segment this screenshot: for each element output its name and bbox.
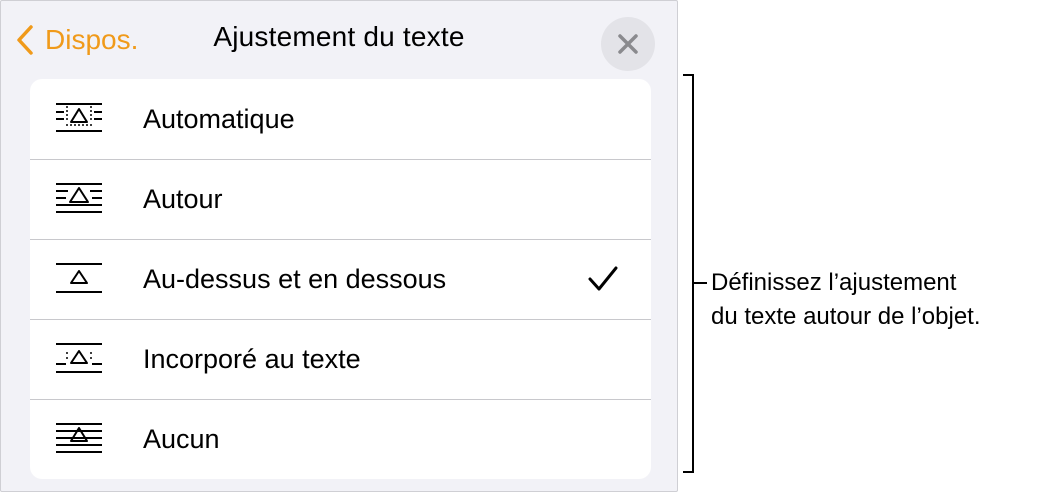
wrap-above-below-icon — [56, 263, 102, 293]
option-label: Aucun — [143, 423, 220, 454]
option-incorpore-au-texte[interactable]: Incorporé au texte — [30, 319, 651, 399]
option-au-dessus-et-en-dessous[interactable]: Au-dessus et en dessous — [30, 239, 651, 319]
text-wrap-panel: Dispos. Ajustement du texte Automatique … — [0, 0, 678, 492]
close-button[interactable] — [601, 17, 655, 71]
panel-title: Ajustement du texte — [213, 21, 465, 52]
close-icon — [618, 34, 638, 54]
callout-bracket — [683, 74, 695, 473]
wrap-automatic-icon — [56, 103, 102, 132]
wrap-options-list: Automatique Autour Au-dessus et en desso… — [30, 79, 651, 479]
option-aucun[interactable]: Aucun — [30, 399, 651, 479]
option-label: Autour — [143, 183, 223, 214]
callout-line-2: du texte autour de l’objet. — [711, 303, 981, 330]
callout-text: Définissez l’ajustement du texte autour … — [711, 266, 981, 334]
option-label: Incorporé au texte — [143, 343, 361, 374]
wrap-around-icon — [56, 183, 102, 213]
wrap-none-icon — [56, 423, 102, 453]
checkmark-icon — [588, 266, 618, 291]
option-label: Au-dessus et en dessous — [143, 263, 447, 294]
callout-line-1: Définissez l’ajustement — [711, 269, 957, 296]
option-autour[interactable]: Autour — [30, 159, 651, 239]
option-label: Automatique — [143, 103, 295, 134]
option-automatique[interactable]: Automatique — [30, 79, 651, 159]
wrap-inline-icon — [56, 343, 102, 373]
callout-leader-line — [693, 282, 707, 284]
